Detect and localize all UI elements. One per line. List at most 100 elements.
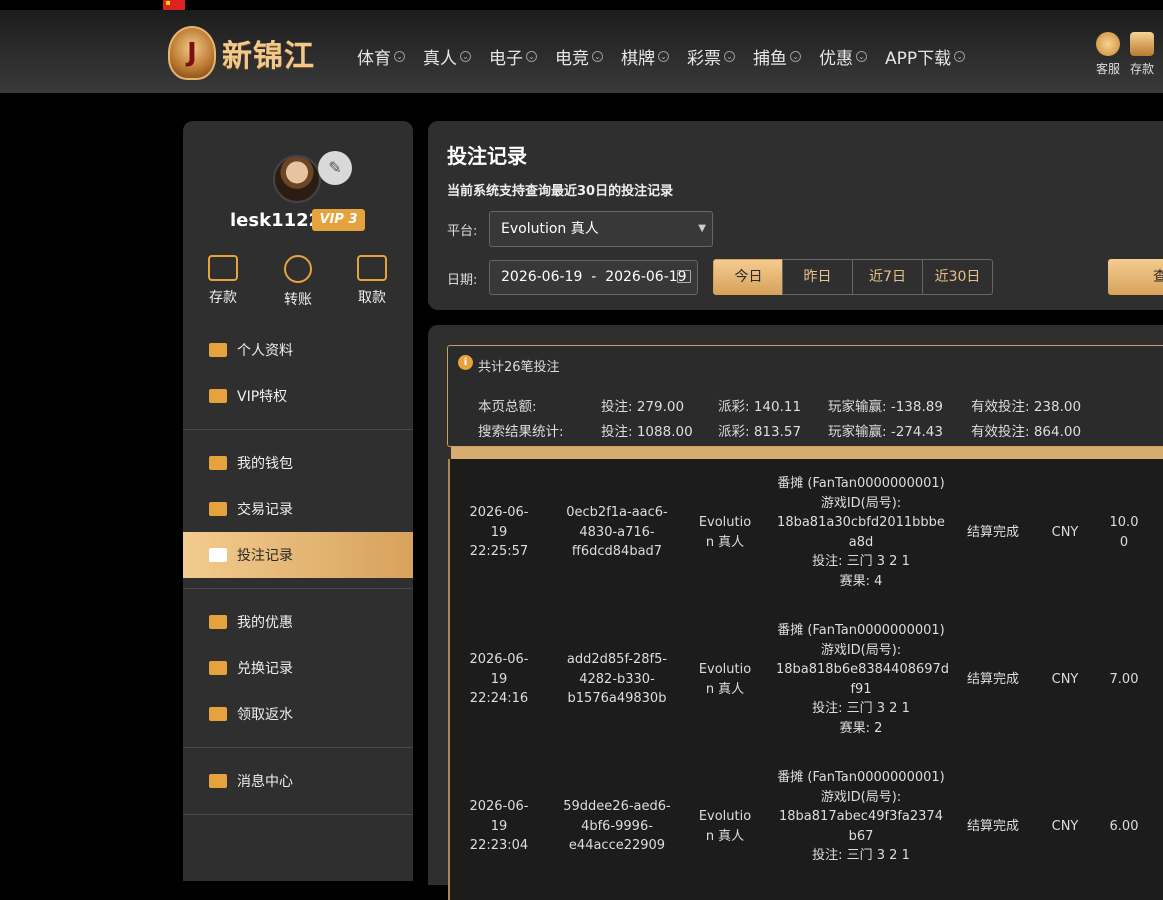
money-bag-icon [209,661,227,675]
bet-id: 0ecb2f1a-aac6- 4830-a716- ff6dcd84bad7 [566,505,668,559]
document-icon [209,707,227,721]
sidebar-item-rebate[interactable]: 领取返水 [183,691,413,737]
sidebar-divider [183,747,413,748]
last-7-days-button[interactable]: 近7日 [852,259,923,295]
gift-bag-icon [209,615,227,629]
vip-badge[interactable]: VIP 3 [312,209,365,231]
bet-id: add2d85f-28f5- 4282-b330- b1576a49830b [566,652,668,706]
nav-esports[interactable]: 电竞 ⌄ [555,44,603,69]
nav-app-download[interactable]: APP下载 ⌄ [885,44,966,69]
bet-amount: 10.0 0 [1109,515,1139,550]
sidebar-item-bet-records[interactable]: 投注记录 [183,532,413,578]
bet-time: 2026-06- 19 22:25:57 [469,505,529,559]
nav-live[interactable]: 真人 ⌄ [423,44,471,69]
filter-panel: 投注记录 当前系统支持查询最近30日的投注记录 平台: Evolution 真人… [428,121,1163,310]
nav-promotions[interactable]: 优惠 ⌄ [819,44,867,69]
chevron-down-icon: ▼ [698,223,706,234]
chevron-down-icon: ⌄ [724,51,735,62]
id-card-icon [209,343,227,357]
edit-icon[interactable]: ✎ [318,151,352,185]
quick-withdraw-button[interactable]: 取款 [342,255,402,307]
bell-icon [209,774,227,788]
chevron-down-icon: ⌄ [790,51,801,62]
bet-time: 2026-06- 19 22:23:04 [469,799,529,853]
platform-label: 平台: [447,224,478,239]
support-icon [1096,32,1120,56]
bet-id: 59ddee26-aed6- 4bf6-9996- e44acce22909 [563,799,671,853]
logo-badge-icon: J [168,26,216,80]
date-range-input[interactable]: 2026-06-19 - 2026-06-19 [489,260,698,295]
site-logo[interactable]: J 新锦江 [168,26,315,80]
nav-fishing[interactable]: 捕鱼 ⌄ [753,44,801,69]
chevron-down-icon: ⌄ [394,51,405,62]
sidebar-item-wallet[interactable]: 我的钱包 [183,440,413,486]
page-subtitle: 当前系统支持查询最近30日的投注记录 [447,184,674,199]
yesterday-button[interactable]: 昨日 [782,259,853,295]
calendar-icon [677,270,691,283]
wallet-icon [208,255,238,281]
piggy-bank-icon [209,456,227,470]
bet-currency: CNY [1051,819,1079,834]
sidebar-item-messages[interactable]: 消息中心 [183,758,413,804]
bet-amount: 7.00 [1109,672,1139,687]
bet-time: 2026-06- 19 22:24:16 [469,652,529,706]
customer-service-button[interactable]: 客服 [1096,32,1120,77]
today-button[interactable]: 今日 [713,259,784,295]
sidebar-divider [183,588,413,589]
nav-lottery[interactable]: 彩票 ⌄ [687,44,735,69]
bet-amount: 6.00 [1109,819,1139,834]
sidebar: ✎ lesk1122 VIP 3 存款 转账 取款 个人资料 VIP特权 我的钱… [183,121,413,881]
search-button[interactable]: 查 [1108,259,1163,295]
platform-select[interactable]: Evolution 真人 ▼ [489,211,713,247]
top-header: J 新锦江 体育 ⌄ 真人 ⌄ 电子 ⌄ 电竞 ⌄ 棋牌 ⌄ 彩票 ⌄ 捕鱼 ⌄ 优惠 ⌄ AP… [0,10,1163,93]
sidebar-divider [183,814,413,815]
page-title: 投注记录 [447,144,527,168]
bet-detail: 番摊 (FanTan0000000001) 游戏ID(局号): 18ba818b6e… [776,623,950,736]
results-panel: i 共计26笔投注 本页总额: 投注: 279.00 派彩: 140.11 玩家… [428,325,1163,900]
sidebar-item-promotions[interactable]: 我的优惠 [183,599,413,645]
nav-sports[interactable]: 体育 ⌄ [357,44,405,69]
date-label: 日期: [447,273,478,288]
wallet-icon [1130,32,1155,56]
bet-detail: 番摊 (FanTan0000000001) 游戏ID(局号): 18ba817abe… [777,770,945,863]
table-row[interactable]: 2026-06- 19 22:24:16 add2d85f-28f5- 4282-b3… [450,606,1163,753]
sidebar-divider [183,429,413,430]
nav-cards[interactable]: 棋牌 ⌄ [621,44,669,69]
chevron-down-icon: ⌄ [460,51,471,62]
bet-status: 结算完成 [966,525,1019,540]
china-flag-icon[interactable] [163,0,185,10]
bet-status: 结算完成 [966,672,1019,687]
table-row[interactable]: 2026-06- 19 22:25:57 0ecb2f1a-aac6- 4830-a7… [450,459,1163,606]
table-row[interactable]: 2026-06- 19 22:23:04 59ddee26-aed6- 4bf6-99… [450,753,1163,900]
chevron-down-icon: ⌄ [954,51,966,62]
document-icon [209,502,227,516]
clipboard-icon [209,548,227,562]
chevron-down-icon: ⌄ [856,51,867,62]
bet-currency: CNY [1051,672,1079,687]
bet-detail: 番摊 (FanTan0000000001) 游戏ID(局号): 18ba81a30c… [777,476,945,589]
sidebar-item-redeem-records[interactable]: 兑换记录 [183,645,413,691]
nav-slots[interactable]: 电子 ⌄ [489,44,537,69]
bet-currency: CNY [1051,525,1079,540]
bet-count: 共计26笔投注 [478,360,560,375]
sidebar-item-profile[interactable]: 个人资料 [183,327,413,373]
id-card-icon [209,389,227,403]
sidebar-item-transactions[interactable]: 交易记录 [183,486,413,532]
logo-text: 新锦江 [222,39,315,74]
bet-platform: Evolutio n 真人 [698,809,752,844]
quick-transfer-button[interactable]: 转账 [268,255,328,309]
chevron-down-icon: ⌄ [526,51,537,62]
card-icon [357,255,387,281]
last-30-days-button[interactable]: 近30日 [922,259,993,295]
quick-deposit-button[interactable]: 存款 [193,255,253,307]
bet-records-table: 2026-06- 19 22:25:57 0ecb2f1a-aac6- 4830-a7… [448,459,1163,900]
main-nav: 体育 ⌄ 真人 ⌄ 电子 ⌄ 电竞 ⌄ 棋牌 ⌄ 彩票 ⌄ 捕鱼 ⌄ 优惠 ⌄ APP下载 ⌄ [357,44,983,69]
username: lesk1122 [230,210,322,231]
chevron-down-icon: ⌄ [592,51,603,62]
bet-platform: Evolutio n 真人 [698,515,752,550]
sidebar-item-vip[interactable]: VIP特权 [183,373,413,419]
deposit-top-button[interactable]: 存款 [1130,32,1154,77]
bet-platform: Evolutio n 真人 [698,662,752,697]
avatar[interactable] [273,155,321,203]
info-icon: i [458,355,473,370]
